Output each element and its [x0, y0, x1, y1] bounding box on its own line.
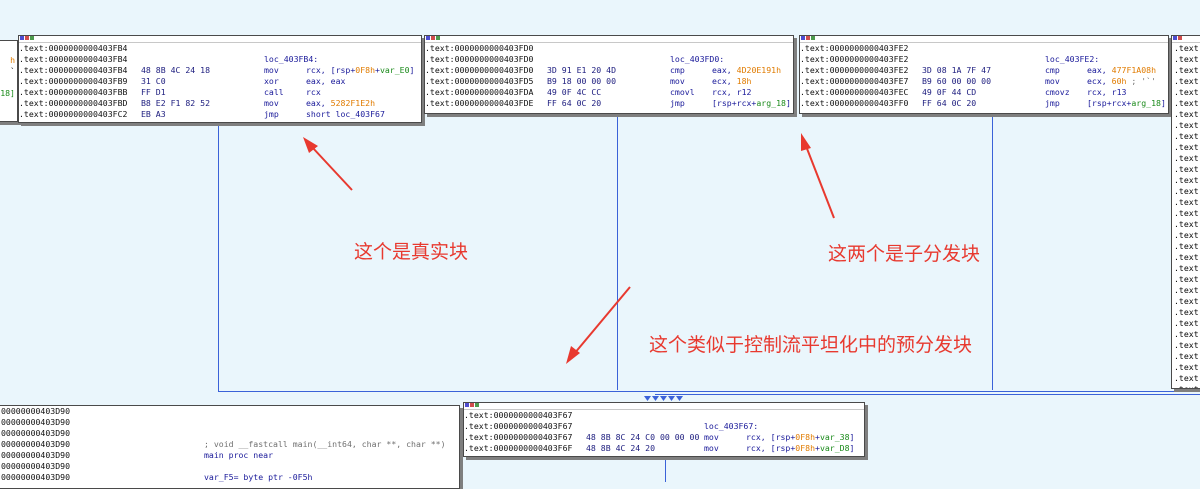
annotation-pre-dispatch: 这个类似于控制流平坦化中的预分发块: [649, 334, 973, 356]
annotation-arrows: [303, 133, 835, 364]
annotation-real-block: 这个是真实块: [354, 241, 469, 263]
graph-view[interactable]: h ` 18] .text:0000000000403FB4 .text:000000…: [0, 0, 1200, 489]
annotation-child-blocks: 这两个是子分发块: [828, 243, 981, 265]
